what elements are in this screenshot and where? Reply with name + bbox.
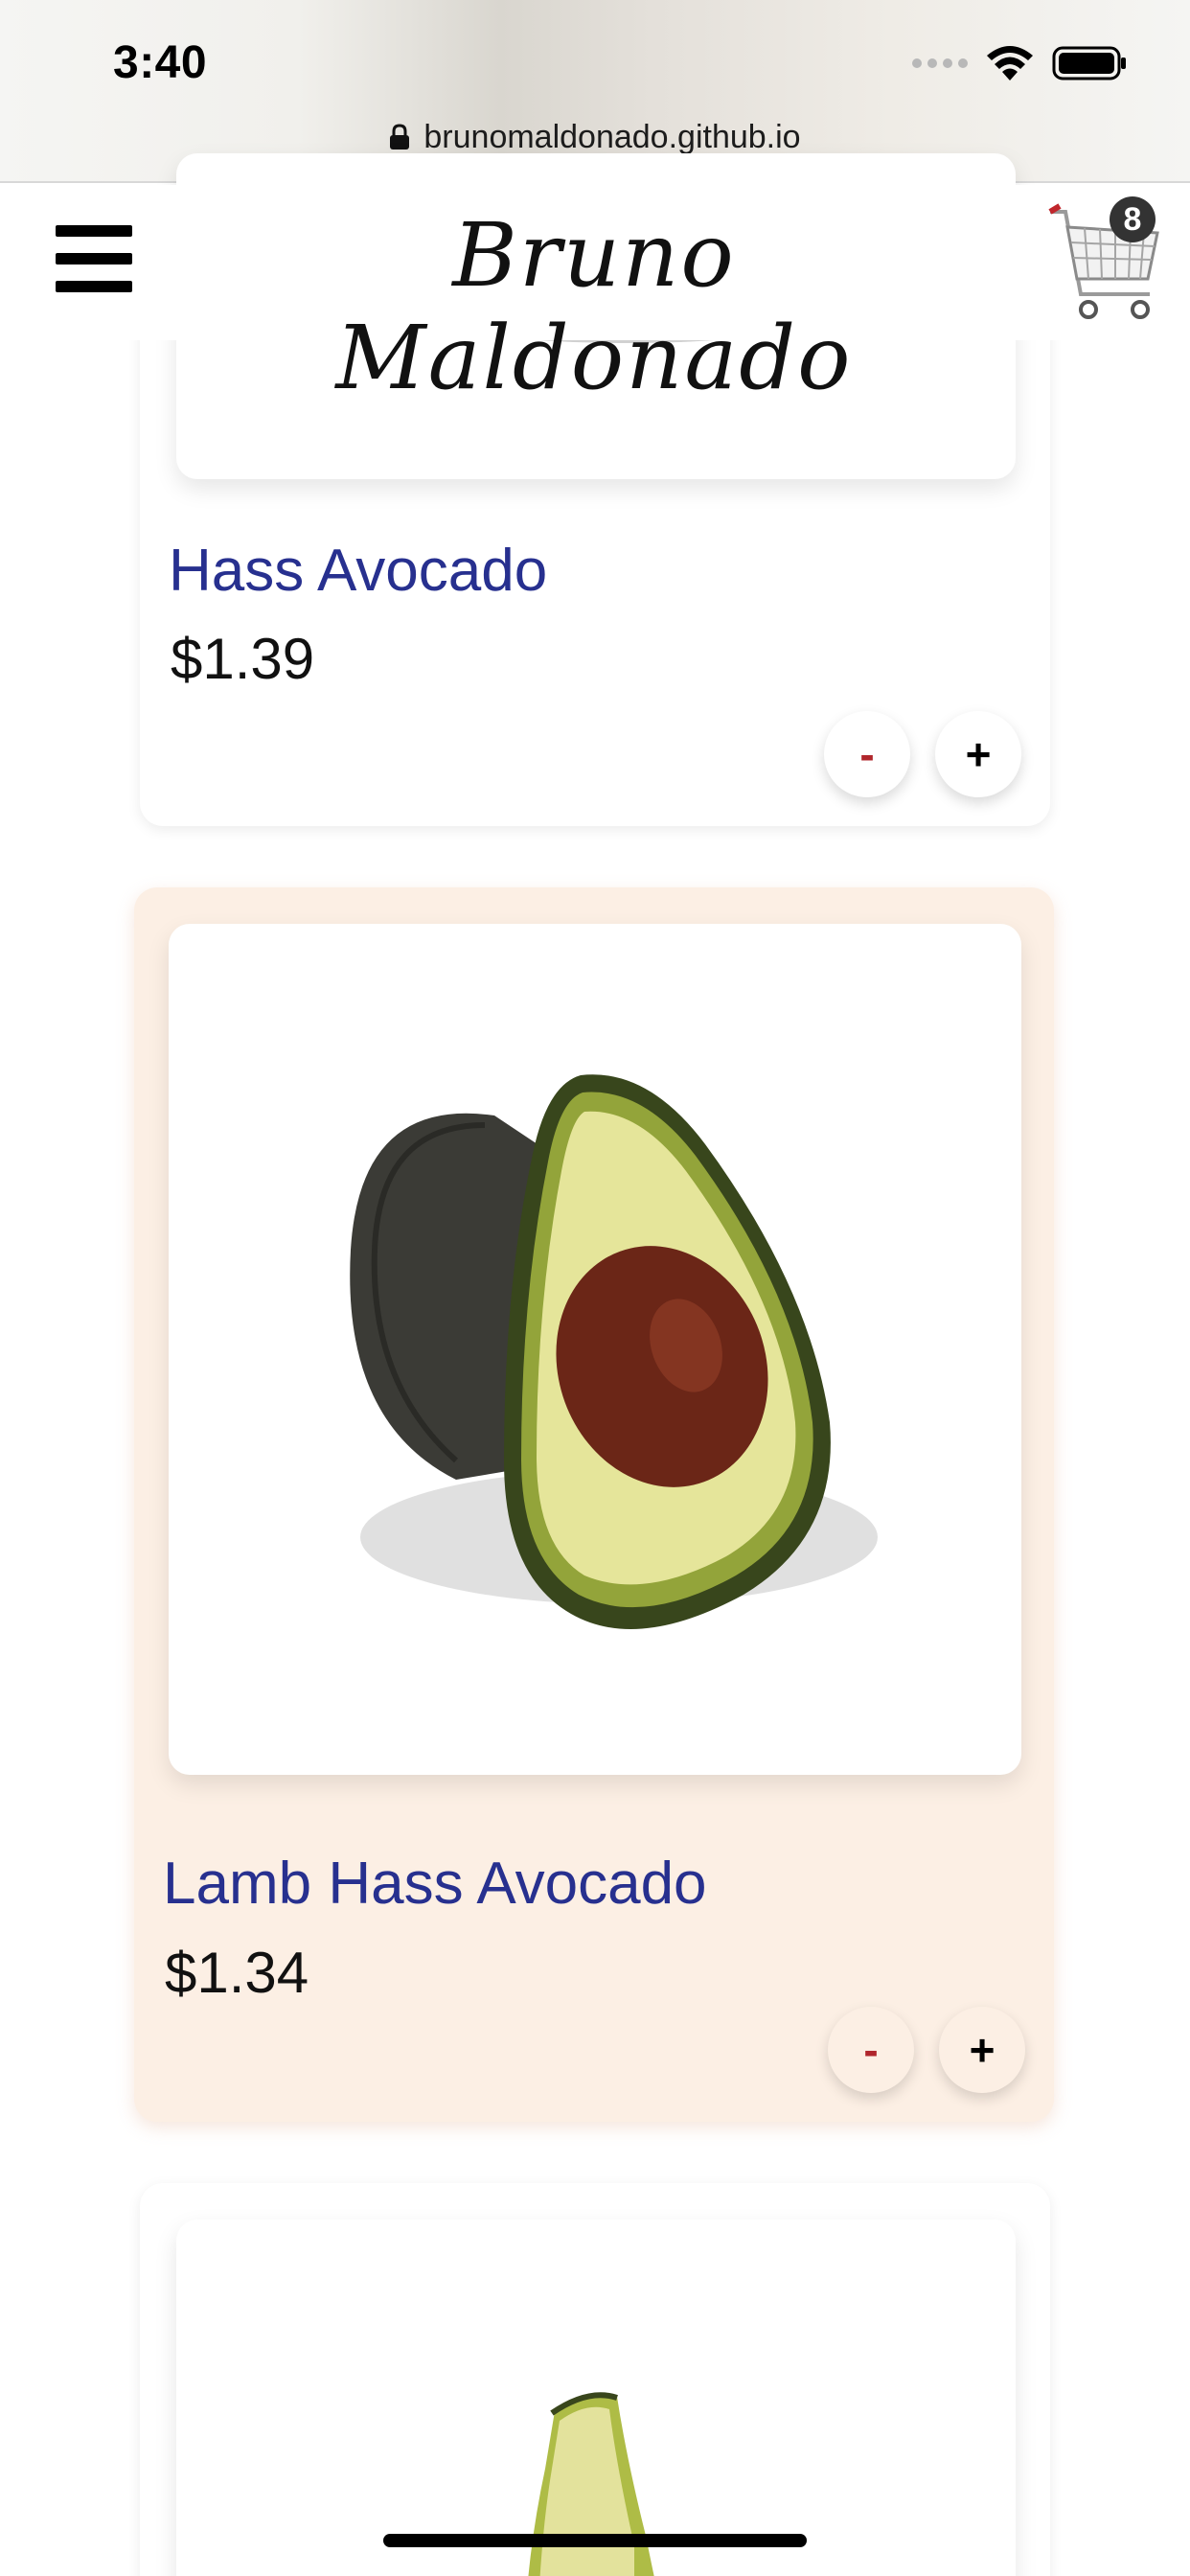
status-time: 3:40 bbox=[113, 37, 208, 88]
site-header: Bruno Maldonado 8 bbox=[0, 185, 1190, 409]
cart-button[interactable]: 8 bbox=[1046, 191, 1163, 334]
cellular-signal-icon bbox=[912, 58, 968, 68]
decrease-quantity-button[interactable]: - bbox=[824, 711, 910, 797]
increase-quantity-button[interactable]: + bbox=[935, 711, 1021, 797]
url-text: brunomaldonado.github.io bbox=[423, 118, 801, 155]
lock-icon bbox=[389, 124, 410, 150]
brand-logo[interactable]: Bruno Maldonado bbox=[192, 204, 996, 409]
product-name[interactable]: Lamb Hass Avocado bbox=[163, 1850, 707, 1918]
product-card-active[interactable]: Lamb Hass Avocado $1.34 - + bbox=[134, 887, 1054, 2122]
product-card[interactable] bbox=[140, 2183, 1050, 2576]
product-price: $1.34 bbox=[165, 1941, 309, 2005]
decrease-quantity-button[interactable]: - bbox=[828, 2007, 914, 2093]
product-name[interactable]: Hass Avocado bbox=[169, 537, 547, 605]
wifi-icon bbox=[985, 44, 1035, 82]
home-indicator[interactable] bbox=[383, 2534, 807, 2547]
menu-icon[interactable] bbox=[56, 225, 132, 292]
product-image bbox=[169, 924, 1021, 1775]
cart-count-badge: 8 bbox=[1110, 196, 1156, 242]
product-price: $1.39 bbox=[171, 627, 315, 691]
battery-icon bbox=[1052, 44, 1129, 82]
product-image bbox=[176, 2220, 1016, 2576]
status-icons bbox=[912, 44, 1129, 82]
increase-quantity-button[interactable]: + bbox=[939, 2007, 1025, 2093]
